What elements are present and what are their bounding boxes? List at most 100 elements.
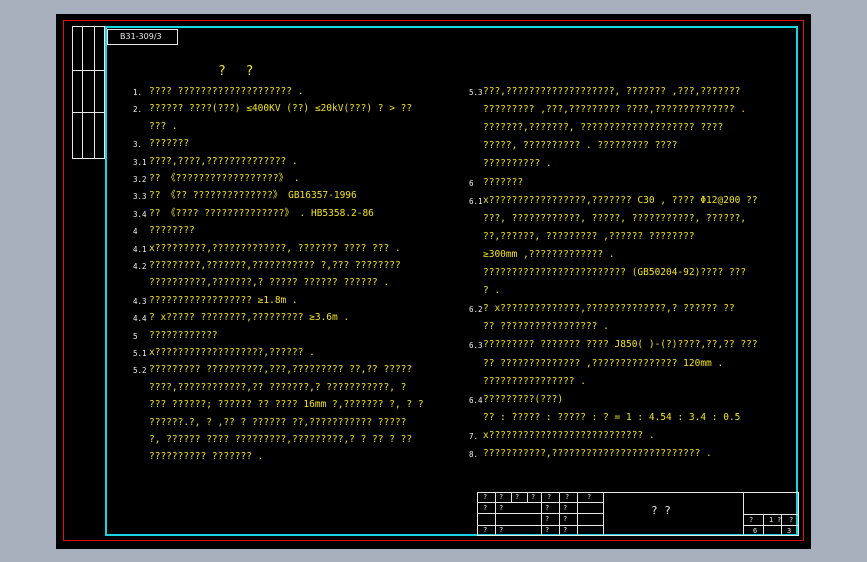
- title-block-col: [541, 492, 542, 536]
- tb-right-label: ?: [777, 516, 782, 524]
- note-number: 6.1: [469, 196, 483, 206]
- note-line: x?????????????????,??????? C30 , ???? Φ1…: [483, 194, 758, 206]
- title-block-rule: [743, 514, 799, 515]
- tb-cell: ?: [563, 526, 568, 534]
- note-number: 4: [133, 227, 138, 237]
- note-line: ??????.?, ? ,?? ? ?????? ??,??????????? …: [149, 416, 407, 428]
- note-number: 3.4: [133, 209, 147, 219]
- tb-cell: ?: [545, 526, 550, 534]
- note-line: ? .: [483, 285, 501, 297]
- note-line: ???????: [149, 138, 190, 150]
- note-line: ?? 《???? ??????????????》 . HB5358.2-86: [149, 207, 374, 219]
- tb-cell: ?: [545, 515, 550, 523]
- tb-header-cell: ?: [483, 493, 488, 501]
- title-block-col: [559, 492, 560, 536]
- note-number: 5.1: [133, 349, 147, 358]
- note-line: ???????????,?????????????????????????? .: [483, 448, 712, 459]
- title-block-col: [577, 492, 578, 536]
- note-line: ??? ??????; ?????? ?? ???? 16mm ?,??????…: [149, 399, 424, 411]
- tb-header-cell: ?: [547, 493, 552, 501]
- note-line: ???????: [483, 176, 524, 188]
- note-line: ????,????,?????????????? .: [149, 155, 298, 167]
- note-number: 3.3: [133, 192, 147, 202]
- tb-header-cell: ?: [531, 493, 536, 501]
- note-line: ???????????????? .: [483, 375, 586, 387]
- note-number: 4.3: [133, 296, 147, 306]
- note-line: ???,???????????????????, ??????? ,???,??…: [483, 86, 741, 97]
- note-number: 5.2: [133, 366, 147, 376]
- note-number: 3.: [133, 140, 143, 150]
- note-line: ???????,???????, ???????????????????? ??…: [483, 122, 724, 134]
- note-line: ?? 《?? ??????????????》 GB16357-1996: [149, 190, 357, 202]
- tb-sheet-number: 3: [787, 527, 792, 535]
- binding-margin-divider: [82, 26, 83, 159]
- note-line: ????,????????????,?? ???????,? ?????????…: [149, 381, 407, 393]
- note-line: ????????: [149, 225, 195, 237]
- note-number: 3.2: [133, 175, 147, 184]
- note-number: 5.3: [469, 88, 483, 97]
- tb-header-cell: ?: [515, 493, 520, 501]
- note-line: ????????? ??????? ???? J850( )-(?)????,?…: [483, 339, 758, 351]
- note-line: ?? 《??????????????????》 .: [149, 173, 300, 184]
- title-block-rule: [743, 525, 799, 526]
- title-block-divider: [603, 492, 604, 536]
- tb-cell: ?: [483, 504, 488, 512]
- note-line: ????????? ??????????,???,????????? ??,??…: [149, 364, 413, 376]
- note-line: ?? ?????????????? ,??????????????? 120mm…: [483, 357, 724, 369]
- note-line: ??????????,???????,? ????? ?????? ??????…: [149, 277, 390, 289]
- title-block-drawing-title: ? ?: [651, 504, 671, 517]
- title-block: ? ? ? ? ? ? ? ? ? ? ? ? ? ? ? ? ? ? ? ? …: [477, 492, 799, 536]
- title-block-col: [527, 492, 528, 502]
- note-line: ?????????? ??????? .: [149, 451, 264, 463]
- tb-header-cell: ?: [565, 493, 570, 501]
- tb-cell: ?: [545, 504, 550, 512]
- note-line: ?????, ?????????? . ????????? ????: [483, 140, 678, 152]
- binding-margin-rule: [72, 70, 105, 71]
- note-line: ?????? ????(???) ≤400KV (??) ≤20kV(???) …: [149, 103, 413, 115]
- tb-right-label: 1: [769, 516, 774, 524]
- note-line: ?????????????????? ≥1.8m .: [149, 294, 298, 306]
- note-line: ????????????????????????? (GB50204-92)??…: [483, 267, 747, 278]
- note-number: 8.: [469, 450, 479, 459]
- note-line: ????????????: [149, 329, 218, 341]
- note-number: 4.4: [133, 314, 147, 324]
- note-number: 6.4: [469, 395, 483, 405]
- note-line: x?????????,?????????????, ??????? ???? ?…: [149, 242, 401, 254]
- tb-cell: ?: [499, 526, 504, 534]
- note-number: 2.: [133, 105, 143, 115]
- note-line: ?????????? .: [483, 158, 552, 170]
- note-number: 3.1: [133, 157, 147, 167]
- note-number: 6.3: [469, 341, 483, 351]
- notes-title: ? ?: [218, 64, 260, 79]
- note-line: ??,??????, ????????? ,?????? ????????: [483, 230, 695, 242]
- tb-cell: ?: [563, 504, 568, 512]
- tb-header-cell: ?: [499, 493, 504, 501]
- drawing-code-box: B31-309/3: [107, 29, 178, 45]
- title-block-col: [495, 492, 496, 536]
- tb-right-label: ?: [789, 516, 794, 524]
- note-line: ???? ???????????????????? .: [149, 86, 304, 97]
- binding-margin-rule: [72, 112, 105, 113]
- note-line: ????????? ,???,????????? ????,??????????…: [483, 104, 747, 116]
- note-line: ? x????? ????????,????????? ≥3.6m .: [149, 312, 350, 324]
- note-line: ???, ????????????, ?????, ???????????, ?…: [483, 212, 747, 224]
- tb-cell: ?: [563, 515, 568, 523]
- note-number: 4.1: [133, 244, 147, 254]
- tb-cell: ?: [499, 504, 504, 512]
- note-line: ??? .: [149, 120, 178, 132]
- title-block-col: [511, 492, 512, 502]
- note-line: ?????????(???): [483, 393, 564, 405]
- note-number: 7.: [469, 431, 479, 441]
- note-number: 5: [133, 331, 138, 341]
- note-line: x??????????????????????????? .: [483, 429, 655, 441]
- binding-margin-divider: [94, 26, 95, 159]
- note-line: ?? : ????? : ????? : ? = 1 : 4.54 : 3.4 …: [483, 411, 741, 423]
- tb-right-label: ?: [749, 516, 754, 524]
- note-line: x???????????????????,?????? .: [149, 347, 315, 358]
- tb-cell: ?: [483, 526, 488, 534]
- drawing-canvas: B31-309/3 ? ? 1.???? ???????????????????…: [56, 14, 811, 549]
- binding-margin-grid: [72, 26, 105, 159]
- note-number: 4.2: [133, 262, 147, 271]
- tb-sheet-count: 6: [753, 527, 758, 535]
- note-line: ?, ?????? ???? ?????????,?????????,? ? ?…: [149, 434, 413, 445]
